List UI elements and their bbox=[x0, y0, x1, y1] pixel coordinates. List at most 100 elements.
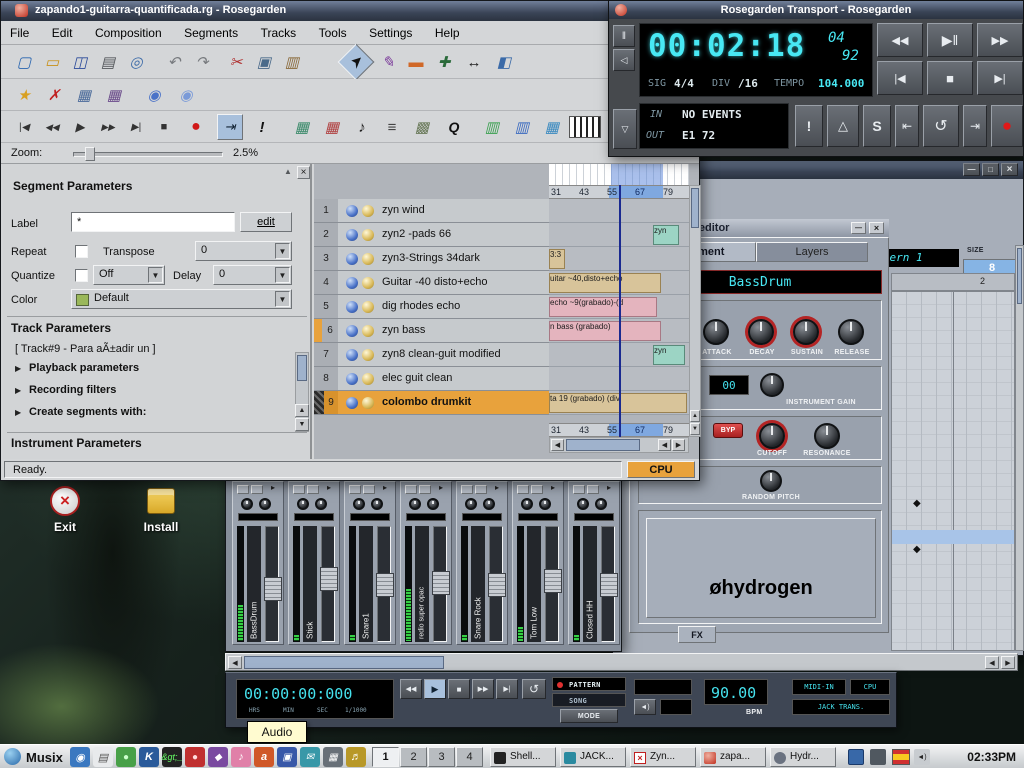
workspace-1[interactable]: 1 bbox=[372, 747, 399, 767]
fader-track[interactable] bbox=[321, 526, 335, 642]
record-led[interactable] bbox=[362, 253, 374, 265]
song-hscrollbar[interactable]: ◀ ◀ ▶ bbox=[225, 653, 1018, 671]
fader-handle[interactable] bbox=[264, 577, 282, 601]
launcher-ball-icon[interactable]: ● bbox=[116, 747, 136, 767]
mute-button[interactable] bbox=[405, 485, 417, 494]
play-button[interactable]: ▶‖ bbox=[927, 23, 973, 57]
mute-button[interactable] bbox=[461, 485, 473, 494]
segment[interactable]: zyn bbox=[653, 225, 679, 245]
kmenu-icon[interactable] bbox=[4, 748, 21, 765]
repeat-checkbox[interactable] bbox=[75, 245, 88, 258]
close-icon[interactable]: × bbox=[869, 222, 884, 234]
audio-mixer-icon[interactable]: ▥ bbox=[509, 114, 535, 140]
launcher-editor-icon[interactable]: ◆ bbox=[208, 747, 228, 767]
zoom-slider-handle[interactable] bbox=[85, 147, 95, 161]
record-led[interactable] bbox=[362, 349, 374, 361]
expand-panel-button[interactable]: ▽ bbox=[613, 109, 637, 149]
task-button-zapando[interactable]: zapa... bbox=[700, 747, 766, 767]
workspace-4[interactable]: 4 bbox=[456, 747, 483, 767]
matrix-editor-icon[interactable]: ▦ bbox=[289, 114, 315, 140]
pan-knob[interactable] bbox=[483, 498, 495, 510]
play-sample-icon[interactable]: ▸ bbox=[439, 483, 443, 492]
rosegarden-titlebar[interactable]: zapando1-guitarra-quantificada.rg - Rose… bbox=[1, 1, 699, 21]
track-name[interactable]: zyn8 clean-guit modified bbox=[382, 348, 501, 360]
pan-knob[interactable] bbox=[259, 498, 271, 510]
scrollbar-thumb[interactable] bbox=[244, 656, 444, 669]
loop-button[interactable]: ↺ bbox=[522, 679, 546, 699]
menu-settings[interactable]: Settings bbox=[360, 21, 421, 45]
launcher-terminal-icon[interactable]: &gt;_ bbox=[162, 747, 182, 767]
record-led[interactable] bbox=[362, 229, 374, 241]
skip-end-button[interactable]: ▶| bbox=[977, 61, 1023, 95]
track-row[interactable]: 7 zyn8 clean-guit modified bbox=[314, 343, 549, 367]
copy-icon[interactable]: ▣ bbox=[251, 49, 277, 75]
record-led-icon[interactable]: ◉ bbox=[173, 82, 199, 108]
mute-button[interactable] bbox=[237, 485, 249, 494]
play-button[interactable]: ▶ bbox=[424, 679, 446, 699]
mute-all-icon[interactable]: ▦ bbox=[71, 82, 97, 108]
skip-end-icon[interactable]: ▶| bbox=[123, 114, 149, 140]
transpose-combo[interactable]: 0 ▼ bbox=[195, 241, 292, 261]
jump-start-button[interactable]: ⇤ bbox=[895, 105, 919, 147]
launcher-mixer-icon[interactable]: ▣ bbox=[277, 747, 297, 767]
canvas-hscrollbar[interactable]: ◀ ◀ ▶ bbox=[549, 437, 689, 453]
maximize-icon[interactable]: □ bbox=[982, 163, 999, 176]
metronome-button[interactable]: △ bbox=[827, 105, 859, 147]
menu-tools[interactable]: Tools bbox=[310, 21, 356, 45]
menu-help[interactable]: Help bbox=[426, 21, 469, 45]
loop-button[interactable]: ↺ bbox=[923, 105, 959, 147]
track-row-selected[interactable]: 9 colombo drumkit bbox=[314, 391, 549, 415]
event-list-icon[interactable]: ≡ bbox=[379, 114, 405, 140]
skip-start-button[interactable]: |◀ bbox=[877, 61, 923, 95]
tray-display-icon[interactable] bbox=[848, 749, 864, 765]
minimize-icon[interactable]: — bbox=[851, 222, 866, 234]
mute-button[interactable] bbox=[517, 485, 529, 494]
expander-icon[interactable]: ▶ bbox=[15, 408, 21, 417]
taskbar-clock[interactable]: 02:33PM bbox=[952, 750, 1020, 764]
scroll-right-icon[interactable]: ▶ bbox=[672, 439, 685, 451]
mute-led[interactable] bbox=[346, 397, 358, 409]
pan-knob[interactable] bbox=[539, 498, 551, 510]
workspace-3[interactable]: 3 bbox=[428, 747, 455, 767]
minimize-icon[interactable]: — bbox=[963, 163, 980, 176]
exit-icon[interactable]: × bbox=[50, 486, 80, 516]
speaker-icon[interactable]: ◄) bbox=[634, 699, 656, 715]
mode-switch-button[interactable]: MODE bbox=[560, 709, 618, 723]
record-led[interactable] bbox=[362, 205, 374, 217]
scroll-down-icon[interactable]: ▼ bbox=[690, 423, 700, 435]
scroll-right-icon[interactable]: ▶ bbox=[1001, 656, 1015, 669]
dock-close-icon[interactable]: × bbox=[297, 166, 310, 179]
pan-knob[interactable] bbox=[315, 498, 327, 510]
track-row[interactable]: 3 zyn3-Strings 34dark bbox=[314, 247, 549, 271]
fader-track[interactable] bbox=[433, 526, 447, 642]
launcher-music-icon[interactable]: ♪ bbox=[231, 747, 251, 767]
scroll-left-icon[interactable]: ◀ bbox=[985, 656, 999, 669]
pattern-grid[interactable]: ◆ ◆ ◆ bbox=[891, 291, 1015, 651]
track-row[interactable]: 1 zyn wind bbox=[314, 199, 549, 223]
erase-tool-icon[interactable]: ▬ bbox=[403, 49, 429, 75]
track-name[interactable]: colombo drumkit bbox=[382, 396, 471, 408]
scroll-left-icon[interactable]: ◀ bbox=[551, 439, 564, 451]
track-name[interactable]: dig rhodes echo bbox=[382, 300, 460, 312]
workspace-2[interactable]: 2 bbox=[400, 747, 427, 767]
record-led[interactable] bbox=[362, 325, 374, 337]
play-sample-icon[interactable]: ▸ bbox=[383, 483, 387, 492]
rewind-button[interactable]: ◀◀ bbox=[400, 679, 422, 699]
play-sample-icon[interactable]: ▸ bbox=[495, 483, 499, 492]
desktop-icon-install[interactable]: Install bbox=[134, 486, 188, 542]
stop-icon[interactable]: ■ bbox=[151, 114, 177, 140]
random-pitch-knob[interactable] bbox=[760, 470, 782, 492]
mute-led[interactable] bbox=[346, 325, 358, 337]
new-file-icon[interactable]: ▢ bbox=[11, 49, 37, 75]
fader-handle[interactable] bbox=[376, 573, 394, 597]
launcher-konqueror-icon[interactable]: K bbox=[139, 747, 159, 767]
edit-button[interactable]: edit bbox=[240, 212, 292, 232]
display-mode-button[interactable]: ‖ bbox=[613, 25, 635, 47]
undo-icon[interactable]: ↶ bbox=[161, 49, 187, 75]
mute-led[interactable] bbox=[346, 253, 358, 265]
play-sample-icon[interactable]: ▸ bbox=[607, 483, 611, 492]
segment[interactable]: 3:3 bbox=[549, 249, 565, 269]
tray-clipboard-icon[interactable] bbox=[870, 749, 886, 765]
loop-icon[interactable]: ⇥ bbox=[217, 114, 243, 140]
stop-button[interactable]: ■ bbox=[448, 679, 470, 699]
